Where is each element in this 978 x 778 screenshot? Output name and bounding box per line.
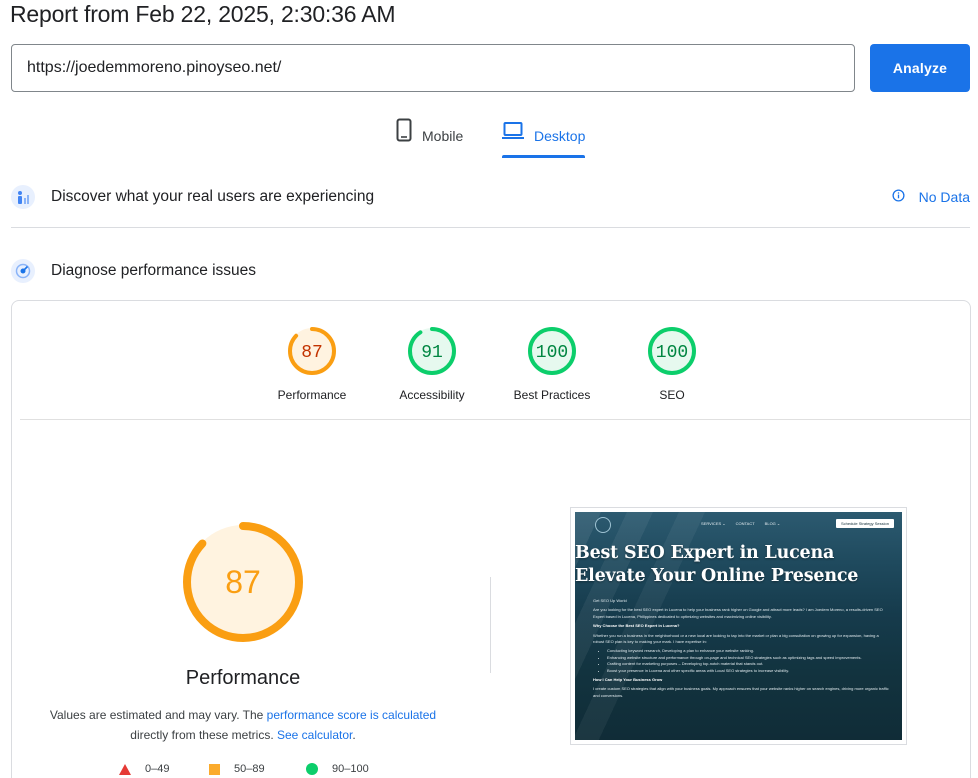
screenshot-help-heading: How I Can Help Your Business Grow xyxy=(593,677,663,683)
screenshot-kicker: Get SEO Up World xyxy=(593,598,627,603)
tab-desktop[interactable]: Desktop xyxy=(502,118,586,158)
screenshot-intro: Are you looking for the best SEO expert … xyxy=(593,607,883,619)
gauge-seo-label: SEO xyxy=(659,388,685,402)
screenshot-nav-blog: BLOG ⌄ xyxy=(764,520,781,526)
screenshot-nav-contact: CONTACT xyxy=(735,520,755,526)
no-data-label: No Data xyxy=(918,189,970,205)
gauge-accessibility-label: Accessibility xyxy=(399,388,465,402)
tab-mobile-label: Mobile xyxy=(422,128,464,144)
vertical-separator xyxy=(490,577,491,673)
see-calculator-link[interactable]: See calculator xyxy=(277,728,352,742)
legend-pass: 90–100 xyxy=(306,763,369,775)
gauge-accessibility-value: 91 xyxy=(421,343,443,363)
report-card: 87 Performance 91 Accessibility 100 Best… xyxy=(11,300,971,778)
screenshot-nav: SERVICES ⌄ CONTACT BLOG ⌄ Schedule Strat… xyxy=(575,512,902,534)
real-users-section: Discover what your real users are experi… xyxy=(11,182,970,212)
screenshot-nav-services: SERVICES ⌄ xyxy=(701,520,726,526)
speedometer-icon xyxy=(11,259,35,283)
legend-fail-label: 0–49 xyxy=(145,763,170,775)
screenshot-heading: Best SEO Expert in Lucena Elevate Your O… xyxy=(575,542,858,588)
performance-note: Values are estimated and may vary. The p… xyxy=(32,705,454,745)
users-chart-icon xyxy=(11,185,35,209)
no-data-status[interactable]: No Data xyxy=(892,189,970,205)
legend-fail: 0–49 xyxy=(119,763,169,775)
legend-pass-label: 90–100 xyxy=(332,763,369,775)
performance-big-title: Performance xyxy=(185,667,301,689)
note-prefix: Values are estimated and may vary. The xyxy=(49,708,267,722)
section-divider xyxy=(11,227,970,228)
report-title: Report from Feb 22, 2025, 2:30:36 AM xyxy=(10,1,396,27)
legend-average: 50–89 xyxy=(209,763,265,775)
screenshot-logo xyxy=(595,517,611,533)
screenshot-heading-2: Elevate Your Online Presence xyxy=(575,566,859,586)
gauge-performance-value: 87 xyxy=(301,343,323,363)
tab-desktop-label: Desktop xyxy=(534,128,586,144)
score-calculated-link[interactable]: performance score is calculated xyxy=(267,708,436,722)
performance-big-gauge: 87 xyxy=(183,522,303,642)
diagnose-title: Diagnose performance issues xyxy=(51,262,257,279)
note-suffix: . xyxy=(352,728,356,742)
screenshot-body: Get SEO Up World Are you looking for the… xyxy=(593,598,890,702)
screenshot-bullets: Conducting keyword research, Developing … xyxy=(607,648,890,674)
screenshot-heading-1: Best SEO Expert in Lucena xyxy=(575,543,835,563)
laptop-icon xyxy=(502,118,524,145)
analyze-button[interactable]: Analyze xyxy=(870,44,970,92)
screenshot-cta: Schedule Strategy Session xyxy=(835,518,894,528)
screenshot-bullet: Boost your presence in Lucena and other … xyxy=(607,668,890,674)
screenshot-why-heading: Why Choose the Best SEO Expert in Lucena… xyxy=(593,623,680,629)
page-screenshot: SERVICES ⌄ CONTACT BLOG ⌄ Schedule Strat… xyxy=(570,507,907,745)
card-separator xyxy=(20,419,970,420)
gauge-accessibility[interactable]: 91 Accessibility xyxy=(382,325,482,402)
circle-icon xyxy=(306,763,318,775)
gauge-performance[interactable]: 87 Performance xyxy=(262,325,362,402)
gauge-seo-value: 100 xyxy=(656,343,688,363)
diagnose-section: Diagnose performance issues xyxy=(11,256,970,286)
gauge-best-practices-value: 100 xyxy=(536,343,568,363)
screenshot-image: SERVICES ⌄ CONTACT BLOG ⌄ Schedule Strat… xyxy=(575,512,902,740)
tab-mobile[interactable]: Mobile xyxy=(396,118,463,158)
square-icon xyxy=(209,763,220,775)
screenshot-help-body: I create custom SEO strategies that alig… xyxy=(593,686,889,698)
real-users-title: Discover what your real users are experi… xyxy=(51,188,375,205)
info-icon xyxy=(892,189,905,205)
screenshot-why-body: Whether you run a business in the neighb… xyxy=(593,632,879,645)
gauge-best-practices-label: Best Practices xyxy=(513,388,591,402)
phone-icon xyxy=(396,118,412,145)
gauge-best-practices[interactable]: 100 Best Practices xyxy=(502,325,602,402)
url-input[interactable] xyxy=(11,44,855,92)
gauge-performance-label: Performance xyxy=(277,388,347,402)
triangle-icon xyxy=(119,763,131,775)
performance-big-value: 87 xyxy=(225,564,261,600)
note-mid: directly from these metrics. xyxy=(130,728,277,742)
gauge-seo[interactable]: 100 SEO xyxy=(622,325,722,402)
legend-average-label: 50–89 xyxy=(234,763,265,775)
